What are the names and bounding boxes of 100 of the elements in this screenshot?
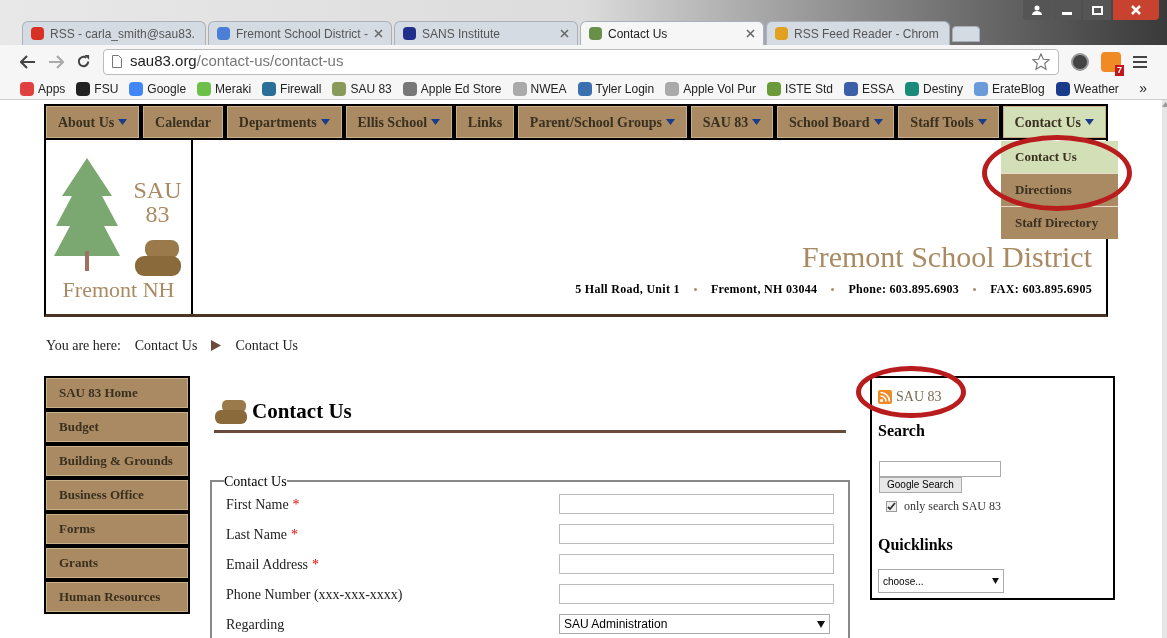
bookmark-link[interactable]: Meraki	[197, 79, 252, 98]
caret-icon	[431, 119, 441, 125]
input-field[interactable]	[559, 554, 834, 574]
bookmark-link[interactable]: Firewall	[262, 79, 322, 98]
bookmark-link[interactable]: Weather	[1055, 79, 1119, 98]
address-text: FAX: 603.895.6905	[990, 281, 1092, 298]
scroll-up-arrow-icon[interactable]	[1162, 102, 1167, 107]
field-label: First Name *	[226, 495, 300, 514]
close-icon[interactable]	[746, 29, 755, 38]
scrollbar[interactable]	[1162, 100, 1167, 638]
bookmark-link[interactable]: NWEA	[512, 79, 567, 98]
form-legend: Contact Us	[224, 470, 287, 492]
field-label: Phone Number (xxx-xxx-xxxx)	[226, 585, 403, 604]
caret-icon	[320, 119, 330, 125]
nav-tab[interactable]: Calendar	[143, 106, 223, 138]
nav-tab[interactable]: School Board	[777, 106, 895, 138]
browser-tab[interactable]: RSS - carla_smith@sau83.	[22, 21, 206, 45]
maximize-button[interactable]	[1083, 0, 1111, 20]
field-label: Last Name *	[226, 525, 299, 544]
menu-icon[interactable]	[1133, 55, 1147, 68]
input-field[interactable]	[559, 524, 834, 544]
address-bar[interactable]: sau83.org/contact-us/contact-us	[103, 48, 1059, 75]
sidebar-link[interactable]: Forms	[46, 514, 188, 544]
quicklinks-select[interactable]: choose...	[878, 569, 1004, 593]
nav-tab[interactable]: Ellis School	[345, 106, 452, 138]
bookmark-link[interactable]: Destiny	[904, 79, 963, 98]
close-icon[interactable]	[560, 29, 569, 38]
triangle-icon	[211, 340, 222, 351]
sidebar-link[interactable]: Budget	[46, 412, 188, 442]
more-bookmarks-button[interactable]: »	[1139, 78, 1147, 99]
caret-icon	[977, 119, 987, 125]
input-field[interactable]	[559, 494, 834, 514]
close-icon	[1131, 5, 1141, 15]
bookmark-link[interactable]: ISTE Std	[766, 79, 833, 98]
nav-tab[interactable]: Parent/School Groups	[517, 106, 687, 138]
bookmark-link[interactable]: FSU	[76, 79, 119, 98]
dropdown-arrow-icon	[992, 578, 999, 584]
dropdown-arrow-icon	[817, 620, 825, 628]
breadcrumb-link[interactable]: Contact Us	[134, 335, 198, 356]
page-icon	[112, 55, 122, 68]
forward-icon[interactable]	[48, 54, 64, 69]
select-field[interactable]: SAU Administration	[559, 614, 830, 634]
logo-text: Fremont NH	[62, 278, 175, 302]
address-text: Fremont, NH 03044	[710, 281, 818, 298]
nav-tab[interactable]: Links	[455, 106, 514, 138]
nav-tab[interactable]: Staff Tools	[898, 106, 999, 138]
close-button[interactable]	[1113, 0, 1159, 20]
checkbox-label: only search SAU 83	[904, 498, 1001, 515]
bookmark-link[interactable]: Apps	[20, 79, 66, 98]
tab-title: Contact Us	[608, 25, 669, 43]
star-icon[interactable]	[1032, 52, 1050, 71]
bookmark-link[interactable]: Apple Vol Pur	[665, 79, 756, 98]
url-text: sau83.org/contact-us/contact-us	[130, 51, 345, 72]
reload-icon[interactable]	[76, 54, 91, 69]
bookmark-link[interactable]: ESSA	[843, 79, 894, 98]
hay-bales-icon	[214, 398, 248, 425]
browser-tab[interactable]: RSS Feed Reader - Chrom	[766, 21, 950, 45]
input-field[interactable]	[559, 584, 834, 604]
search-button[interactable]: Google Search	[879, 477, 962, 493]
logo-text: SAU	[133, 178, 182, 202]
feed-link[interactable]: SAU 83	[896, 386, 942, 407]
breadcrumb-link[interactable]: Contact Us	[235, 335, 298, 356]
dropdown-menu-item[interactable]: Contact Us	[1001, 141, 1118, 173]
nav-tab[interactable]: SAU 83	[690, 106, 774, 138]
quicklinks-heading: Quicklinks	[878, 535, 954, 555]
checkbox[interactable]	[886, 500, 897, 512]
sidebar-link[interactable]: SAU 83 Home	[46, 378, 188, 408]
close-icon[interactable]	[374, 29, 383, 38]
logo-text: 83	[145, 202, 170, 226]
tab-title: RSS - carla_smith@sau83.	[50, 25, 195, 43]
bookmark-link[interactable]: Apple Ed Store	[402, 79, 502, 98]
browser-tab[interactable]: SANS Institute	[394, 21, 578, 45]
search-field[interactable]	[879, 461, 1001, 477]
sidebar-link[interactable]: Building & Grounds	[46, 446, 188, 476]
user-icon[interactable]	[1023, 0, 1051, 20]
bookmark-link[interactable]: Google	[129, 79, 187, 98]
minimize-icon	[1062, 12, 1072, 15]
caret-icon	[752, 119, 762, 125]
address-text: Phone: 603.895.6903	[848, 281, 960, 298]
bookmark-link[interactable]: SAU 83	[332, 79, 392, 98]
extension-icon[interactable]	[1071, 52, 1089, 71]
nav-tab[interactable]: About Us	[46, 106, 140, 138]
browser-tab[interactable]: Fremont School District -	[208, 21, 392, 45]
browser-tab[interactable]: Contact Us	[580, 21, 764, 45]
sidebar-link[interactable]: Grants	[46, 548, 188, 578]
back-icon[interactable]	[20, 54, 36, 69]
bookmark-link[interactable]: ErateBlog	[974, 79, 1045, 98]
dropdown-menu-item[interactable]: Directions	[1001, 174, 1118, 206]
nav-tab[interactable]: Contact Us	[1002, 106, 1106, 138]
maximize-icon	[1091, 5, 1103, 15]
person-icon	[1032, 5, 1042, 15]
tab-title: SANS Institute	[422, 25, 502, 43]
sidebar-link[interactable]: Business Office	[46, 480, 188, 510]
bookmark-link[interactable]: Tyler Login	[577, 79, 655, 98]
rss-icon[interactable]	[878, 389, 892, 404]
address-text: 5 Hall Road, Unit 1	[575, 281, 680, 298]
sidebar-link[interactable]: Human Resources	[46, 582, 188, 612]
nav-tab[interactable]: Departments	[226, 106, 342, 138]
caret-icon	[1085, 119, 1095, 125]
dropdown-menu-item[interactable]: Staff Directory	[1001, 207, 1118, 239]
